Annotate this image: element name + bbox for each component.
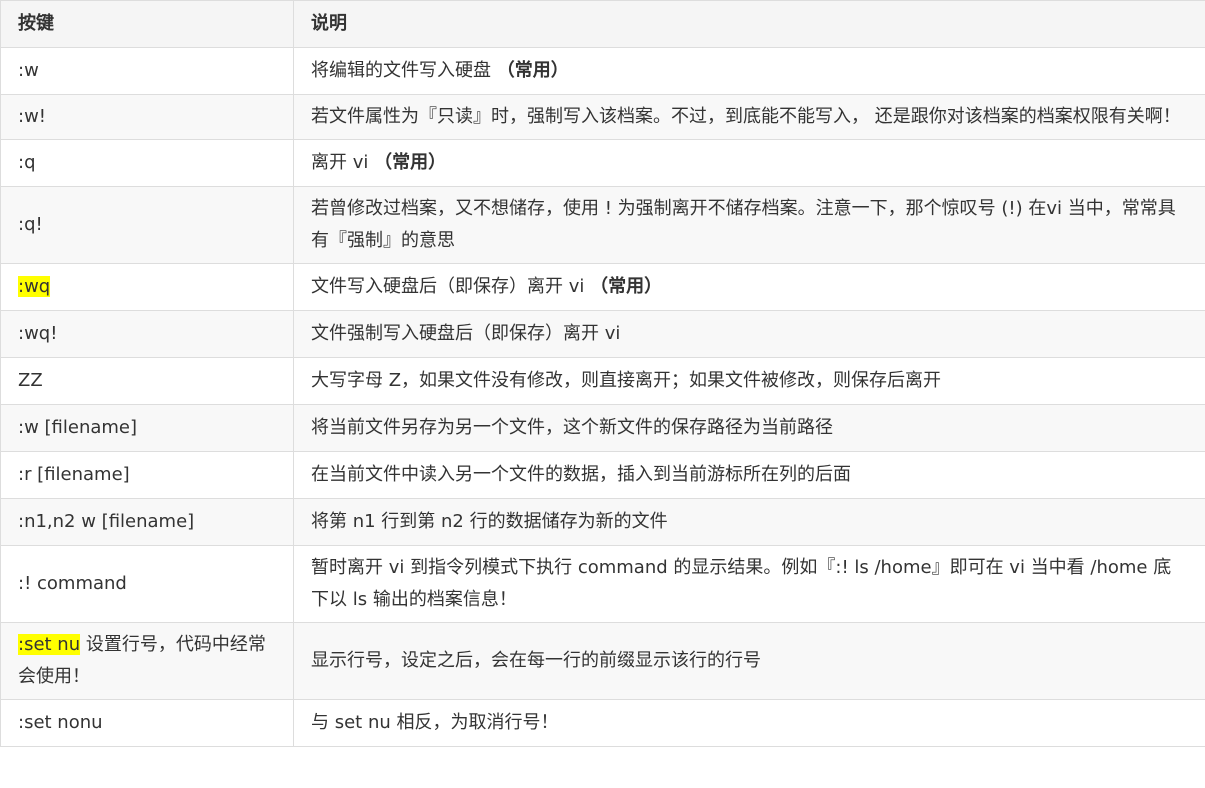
key-text: :w: [18, 60, 39, 81]
key-cell: :wq!: [0, 310, 294, 358]
key-cell: :n1,n2 w [filename]: [0, 498, 294, 546]
key-cell: :set nu 设置行号，代码中经常会使用！: [0, 622, 294, 700]
key-text: :n1,n2 w [filename]: [18, 511, 195, 532]
key-text: ZZ: [18, 370, 43, 391]
desc-cell: 离开 vi （常用）: [293, 139, 1205, 187]
key-cell: :r [filename]: [0, 451, 294, 499]
key-text-highlighted: :wq: [18, 276, 51, 297]
desc-text: 在当前文件中读入另一个文件的数据，插入到当前游标所在列的后面: [311, 464, 851, 485]
desc-cell: 显示行号，设定之后，会在每一行的前缀显示该行的行号: [293, 622, 1205, 700]
table-row: :set nu 设置行号，代码中经常会使用！ 显示行号，设定之后，会在每一行的前…: [0, 622, 1205, 700]
desc-cell: 若曾修改过档案，又不想储存，使用 ! 为强制离开不储存档案。注意一下，那个惊叹号…: [293, 186, 1205, 264]
key-text: :set nonu: [18, 712, 103, 733]
desc-text: 将第 n1 行到第 n2 行的数据储存为新的文件: [311, 511, 668, 532]
key-cell: :q!: [0, 186, 294, 264]
header-desc: 说明: [293, 0, 1205, 48]
desc-text: 文件强制写入硬盘后（即保存）离开 vi: [311, 323, 621, 344]
desc-text: 将当前文件另存为另一个文件，这个新文件的保存路径为当前路径: [311, 417, 833, 438]
table-row: :q 离开 vi （常用）: [0, 139, 1205, 187]
desc-cell: 文件写入硬盘后（即保存）离开 vi （常用）: [293, 263, 1205, 311]
desc-cell: 大写字母 Z，如果文件没有修改，则直接离开；如果文件被修改，则保存后离开: [293, 357, 1205, 405]
desc-text: 文件写入硬盘后（即保存）离开 vi: [311, 276, 585, 297]
desc-cell: 暂时离开 vi 到指令列模式下执行 command 的显示结果。例如『:! ls…: [293, 545, 1205, 623]
desc-text: 暂时离开 vi 到指令列模式下执行 command 的显示结果。例如『:! ls…: [311, 557, 1172, 610]
vi-command-table: 按键 说明 :w 将编辑的文件写入硬盘 （常用） :w! 若文件属性为『只读』时…: [0, 0, 1205, 747]
table-header-row: 按键 说明: [0, 0, 1205, 48]
key-text: :q: [18, 152, 36, 173]
key-cell: :w: [0, 47, 294, 95]
key-cell: :! command: [0, 545, 294, 623]
key-text: :w!: [18, 106, 47, 127]
desc-text: 大写字母 Z，如果文件没有修改，则直接离开；如果文件被修改，则保存后离开: [311, 370, 942, 391]
key-cell: :w!: [0, 94, 294, 140]
table-row: :wq! 文件强制写入硬盘后（即保存）离开 vi: [0, 310, 1205, 358]
table-row: :r [filename] 在当前文件中读入另一个文件的数据，插入到当前游标所在…: [0, 451, 1205, 499]
desc-text: 显示行号，设定之后，会在每一行的前缀显示该行的行号: [311, 650, 761, 671]
desc-cell: 在当前文件中读入另一个文件的数据，插入到当前游标所在列的后面: [293, 451, 1205, 499]
desc-text: 将编辑的文件写入硬盘: [311, 60, 491, 81]
desc-cell: 将编辑的文件写入硬盘 （常用）: [293, 47, 1205, 95]
desc-text: 若文件属性为『只读』时，强制写入该档案。不过，到底能不能写入， 还是跟你对该档案…: [311, 106, 1181, 127]
desc-text: 与 set nu 相反，为取消行号！: [311, 712, 559, 733]
key-text: :q!: [18, 214, 43, 235]
key-cell: :set nonu: [0, 699, 294, 747]
key-text: :! command: [18, 573, 127, 594]
key-text-highlighted: :set nu: [18, 634, 81, 655]
table-row: :q! 若曾修改过档案，又不想储存，使用 ! 为强制离开不储存档案。注意一下，那…: [0, 186, 1205, 264]
desc-cell: 若文件属性为『只读』时，强制写入该档案。不过，到底能不能写入， 还是跟你对该档案…: [293, 94, 1205, 140]
key-cell: :w [filename]: [0, 404, 294, 452]
desc-emphasis: （常用）: [496, 60, 569, 81]
table-row: :w [filename] 将当前文件另存为另一个文件，这个新文件的保存路径为当…: [0, 404, 1205, 452]
desc-cell: 文件强制写入硬盘后（即保存）离开 vi: [293, 310, 1205, 358]
desc-emphasis: （常用）: [374, 152, 447, 173]
key-text: :r [filename]: [18, 464, 130, 485]
desc-cell: 与 set nu 相反，为取消行号！: [293, 699, 1205, 747]
table-row: :n1,n2 w [filename] 将第 n1 行到第 n2 行的数据储存为…: [0, 498, 1205, 546]
header-key: 按键: [0, 0, 294, 48]
desc-cell: 将第 n1 行到第 n2 行的数据储存为新的文件: [293, 498, 1205, 546]
table-row: :! command 暂时离开 vi 到指令列模式下执行 command 的显示…: [0, 545, 1205, 623]
table-row: :wq 文件写入硬盘后（即保存）离开 vi （常用）: [0, 263, 1205, 311]
key-text: :wq!: [18, 323, 58, 344]
table-row: :w 将编辑的文件写入硬盘 （常用）: [0, 47, 1205, 95]
desc-text: 离开 vi: [311, 152, 369, 173]
key-cell: :wq: [0, 263, 294, 311]
table-row: :w! 若文件属性为『只读』时，强制写入该档案。不过，到底能不能写入， 还是跟你…: [0, 94, 1205, 140]
desc-emphasis: （常用）: [590, 276, 663, 297]
key-cell: :q: [0, 139, 294, 187]
desc-cell: 将当前文件另存为另一个文件，这个新文件的保存路径为当前路径: [293, 404, 1205, 452]
table-row: :set nonu 与 set nu 相反，为取消行号！: [0, 699, 1205, 747]
key-cell: ZZ: [0, 357, 294, 405]
desc-text: 若曾修改过档案，又不想储存，使用 ! 为强制离开不储存档案。注意一下，那个惊叹号…: [311, 198, 1176, 251]
table-row: ZZ 大写字母 Z，如果文件没有修改，则直接离开；如果文件被修改，则保存后离开: [0, 357, 1205, 405]
key-text: :w [filename]: [18, 417, 138, 438]
